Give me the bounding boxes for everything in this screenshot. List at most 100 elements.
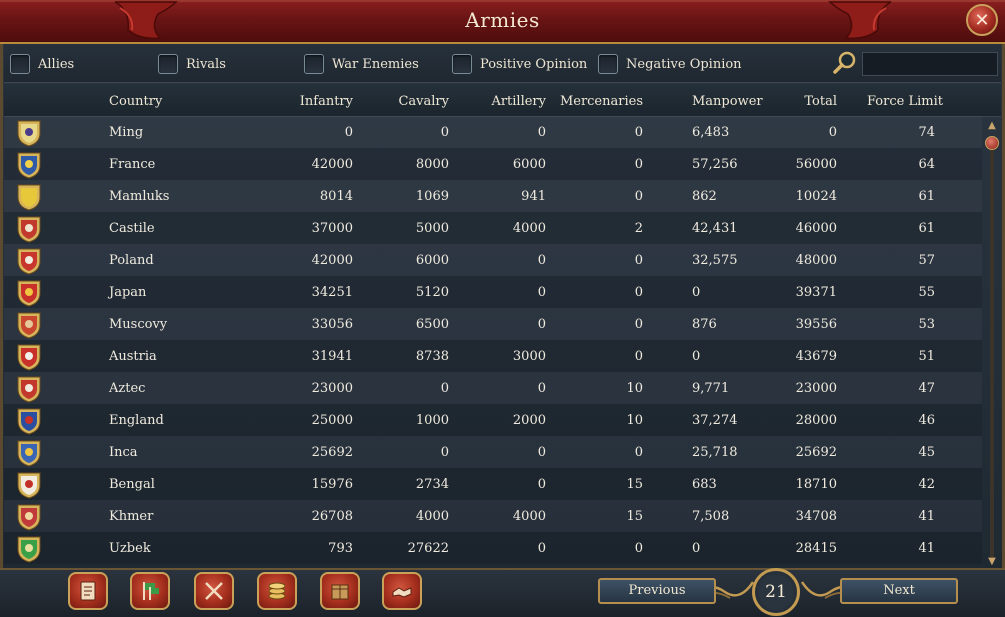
scrollbar[interactable]: ▲ ▼ xyxy=(985,120,999,570)
cell-force-limit: 42 xyxy=(918,477,935,492)
austria-flag-icon[interactable] xyxy=(16,343,42,371)
bengal-flag-icon[interactable] xyxy=(16,471,42,499)
mamluks-flag-icon[interactable] xyxy=(16,183,42,211)
table-row[interactable]: Ming 0 0 0 0 6,483 0 74 xyxy=(4,116,982,148)
toolbar-button-coins[interactable] xyxy=(257,572,297,610)
cell-cavalry: 6500 xyxy=(415,317,449,332)
aztec-flag-icon[interactable] xyxy=(16,375,42,403)
toolbar-button-crossed-swords[interactable] xyxy=(194,572,234,610)
table-row[interactable]: England 25000 1000 2000 10 37,274 28000 46 xyxy=(4,404,982,436)
previous-button[interactable]: Previous xyxy=(598,578,716,604)
cell-country[interactable]: Ming xyxy=(109,125,143,140)
table-row[interactable]: Mamluks 8014 1069 941 0 862 10024 61 xyxy=(4,180,982,212)
header-infantry[interactable]: Infantry xyxy=(264,94,353,109)
castile-flag-icon[interactable] xyxy=(16,215,42,243)
cell-artillery: 0 xyxy=(537,317,546,332)
uzbek-flag-icon[interactable] xyxy=(16,535,42,563)
header-artillery[interactable]: Artillery xyxy=(454,94,546,109)
close-button[interactable]: ✕ xyxy=(966,4,998,36)
cell-infantry: 25692 xyxy=(311,445,353,460)
poland-flag-icon[interactable] xyxy=(16,247,42,275)
cell-mercenaries: 15 xyxy=(626,477,643,492)
filter-allies[interactable]: Allies xyxy=(10,52,74,76)
filter-rivals[interactable]: Rivals xyxy=(158,52,226,76)
cell-manpower: 9,771 xyxy=(692,381,730,396)
table-row[interactable]: Castile 37000 5000 4000 2 42,431 46000 61 xyxy=(4,212,982,244)
filter-war-enemies[interactable]: War Enemies xyxy=(304,52,419,76)
cell-mercenaries: 0 xyxy=(634,285,643,300)
filter-checkbox[interactable] xyxy=(304,54,324,74)
table-row[interactable]: Inca 25692 0 0 0 25,718 25692 45 xyxy=(4,436,982,468)
inca-flag-icon[interactable] xyxy=(16,439,42,467)
table-row[interactable]: Muscovy 33056 6500 0 0 876 39556 53 xyxy=(4,308,982,340)
cell-force-limit: 64 xyxy=(918,157,935,172)
cell-country[interactable]: Aztec xyxy=(109,381,145,396)
france-flag-icon[interactable] xyxy=(16,151,42,179)
next-button[interactable]: Next xyxy=(840,578,958,604)
header-total[interactable]: Total xyxy=(764,94,837,109)
search-input[interactable] xyxy=(862,52,998,76)
japan-flag-icon[interactable] xyxy=(16,279,42,307)
muscovy-flag-icon[interactable] xyxy=(16,311,42,339)
filter-label: Positive Opinion xyxy=(480,56,588,72)
cell-force-limit: 41 xyxy=(918,509,935,524)
header-force-limit[interactable]: Force Limit xyxy=(867,94,943,109)
toolbar-button-flags[interactable] xyxy=(130,572,170,610)
cell-country[interactable]: Muscovy xyxy=(109,317,167,332)
filter-label: Rivals xyxy=(186,56,226,72)
search-icon[interactable] xyxy=(832,50,858,76)
cell-manpower: 42,431 xyxy=(692,221,738,236)
filter-checkbox[interactable] xyxy=(158,54,178,74)
filter-checkbox[interactable] xyxy=(10,54,30,74)
table-row[interactable]: Poland 42000 6000 0 0 32,575 48000 57 xyxy=(4,244,982,276)
cell-country[interactable]: Bengal xyxy=(109,477,155,492)
table-row[interactable]: Uzbek 793 27622 0 0 0 28415 41 xyxy=(4,532,982,564)
table-row[interactable]: Bengal 15976 2734 0 15 683 18710 42 xyxy=(4,468,982,500)
header-mercenaries[interactable]: Mercenaries xyxy=(552,94,643,109)
scroll-track[interactable] xyxy=(990,138,994,558)
toolbar-button-crate[interactable] xyxy=(320,572,360,610)
scroll-thumb[interactable] xyxy=(985,136,999,150)
cell-mercenaries: 0 xyxy=(634,541,643,556)
cell-infantry: 37000 xyxy=(311,221,353,236)
table-row[interactable]: Austria 31941 8738 3000 0 0 43679 51 xyxy=(4,340,982,372)
cell-total: 46000 xyxy=(795,221,837,236)
cell-country[interactable]: Japan xyxy=(109,285,146,300)
cell-manpower: 25,718 xyxy=(692,445,738,460)
cell-country[interactable]: Inca xyxy=(109,445,138,460)
ming-flag-icon[interactable] xyxy=(16,119,42,147)
cell-country[interactable]: Austria xyxy=(109,349,157,364)
cell-cavalry: 0 xyxy=(440,445,449,460)
cell-infantry: 15976 xyxy=(311,477,353,492)
khmer-flag-icon[interactable] xyxy=(16,503,42,531)
cell-country[interactable]: England xyxy=(109,413,164,428)
cell-infantry: 34251 xyxy=(311,285,353,300)
header-country[interactable]: Country xyxy=(109,94,162,109)
filter-checkbox[interactable] xyxy=(598,54,618,74)
cell-cavalry: 0 xyxy=(440,381,449,396)
cell-country[interactable]: Poland xyxy=(109,253,154,268)
cell-cavalry: 2734 xyxy=(415,477,449,492)
england-flag-icon[interactable] xyxy=(16,407,42,435)
toolbar-button-ledger[interactable] xyxy=(68,572,108,610)
header-manpower[interactable]: Manpower xyxy=(692,94,763,109)
cell-country[interactable]: France xyxy=(109,157,155,172)
table-row[interactable]: Khmer 26708 4000 4000 15 7,508 34708 41 xyxy=(4,500,982,532)
cell-country[interactable]: Uzbek xyxy=(109,541,151,556)
cell-country[interactable]: Khmer xyxy=(109,509,153,524)
cell-mercenaries: 2 xyxy=(634,221,643,236)
header-cavalry[interactable]: Cavalry xyxy=(359,94,449,109)
cell-total: 28000 xyxy=(795,413,837,428)
cell-country[interactable]: Mamluks xyxy=(109,189,169,204)
table-row[interactable]: Aztec 23000 0 0 10 9,771 23000 47 xyxy=(4,372,982,404)
toolbar-button-handshake[interactable] xyxy=(382,572,422,610)
table-row[interactable]: Japan 34251 5120 0 0 0 39371 55 xyxy=(4,276,982,308)
cell-country[interactable]: Castile xyxy=(109,221,155,236)
cell-mercenaries: 0 xyxy=(634,157,643,172)
table-row[interactable]: France 42000 8000 6000 0 57,256 56000 64 xyxy=(4,148,982,180)
filter-negative-opinion[interactable]: Negative Opinion xyxy=(598,52,742,76)
scroll-up-arrow-icon[interactable]: ▲ xyxy=(986,120,998,132)
filter-checkbox[interactable] xyxy=(452,54,472,74)
filter-positive-opinion[interactable]: Positive Opinion xyxy=(452,52,587,76)
scroll-down-arrow-icon[interactable]: ▼ xyxy=(986,556,998,568)
